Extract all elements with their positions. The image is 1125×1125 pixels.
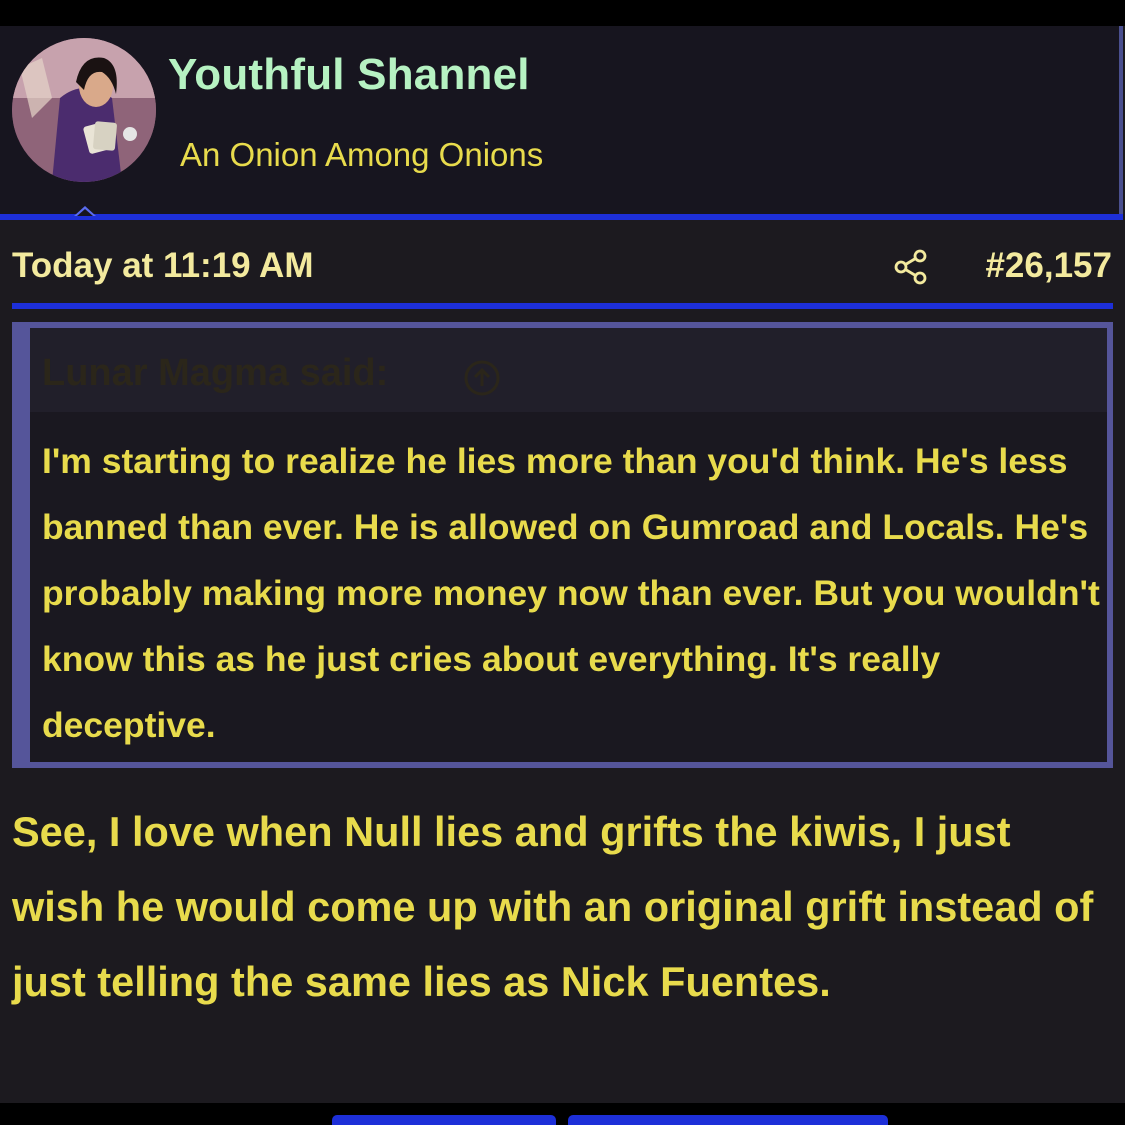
post-meta: Today at 11:19 AM #26,157 <box>12 246 1112 292</box>
user-title: An Onion Among Onions <box>180 136 544 173</box>
post-number-link[interactable]: #26,157 <box>985 246 1112 286</box>
bottom-action-button-right[interactable] <box>568 1115 888 1125</box>
quote-text: I'm starting to realize he lies more tha… <box>42 441 1100 745</box>
quote-header: Lunar Magma said: <box>30 328 1107 412</box>
bottom-strip <box>0 1103 1125 1125</box>
post-meta-divider <box>12 303 1113 309</box>
page: Youthful Shannel An Onion Among Onions T… <box>0 0 1125 1125</box>
user-banner-divider <box>0 214 1123 220</box>
username[interactable]: Youthful Shannel <box>168 50 530 100</box>
post-text: See, I love when Null lies and grifts th… <box>12 808 1094 1005</box>
caret-up-icon-fill <box>77 209 93 216</box>
share-icon[interactable] <box>892 248 930 286</box>
top-strip <box>0 0 1125 26</box>
user-avatar[interactable] <box>12 38 156 182</box>
quote-block: Lunar Magma said: I'm starting to realiz… <box>12 322 1113 768</box>
quote-inner: Lunar Magma said: I'm starting to realiz… <box>30 328 1107 762</box>
arrow-up-circle-icon[interactable] <box>462 358 502 398</box>
post-date[interactable]: Today at 11:19 AM <box>12 246 313 286</box>
quote-author-link[interactable]: Lunar Magma said: <box>42 352 388 395</box>
bottom-action-button-left[interactable] <box>332 1115 556 1125</box>
